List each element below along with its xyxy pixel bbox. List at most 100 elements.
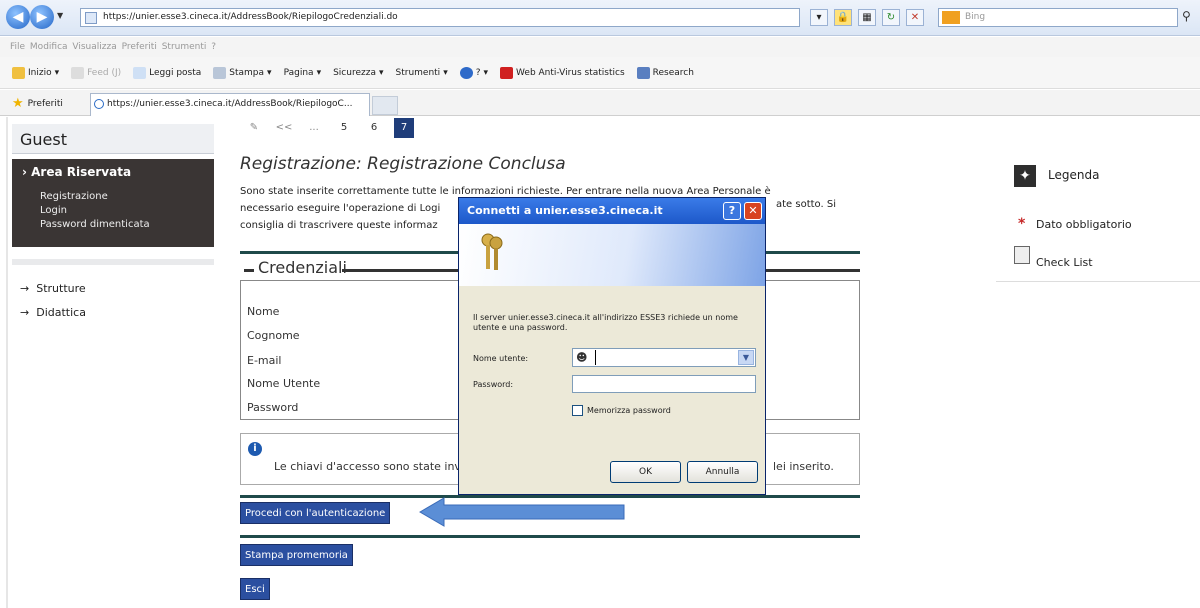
reserved-area-panel: › Area Riservata Registrazione Login Pas… [12, 159, 214, 247]
read-mail-button[interactable]: Leggi posta [133, 66, 201, 79]
print-reminder-button[interactable]: Stampa promemoria [240, 544, 353, 566]
compatibility-icon[interactable]: ▦ [858, 9, 876, 26]
info-icon: i [248, 442, 262, 456]
research-button[interactable]: Research [636, 66, 694, 79]
legend-title: Legenda [1048, 168, 1100, 182]
guest-header: Guest [12, 124, 214, 154]
page-content: Guest › Area Riservata Registrazione Log… [0, 117, 1200, 608]
registration-link[interactable]: Registrazione [40, 191, 108, 202]
home-icon [12, 66, 25, 79]
remember-password-label[interactable]: Memorizza password [587, 406, 671, 415]
clipboard-icon[interactable] [1014, 246, 1030, 264]
exit-button[interactable]: Esci [240, 578, 270, 600]
pager-prev[interactable]: << [274, 118, 294, 138]
wizard-pager: ✎ << ... 5 6 7 [244, 117, 414, 139]
credential-label-cognome: Cognome [247, 329, 300, 342]
pushpin-icon: ✦ [1014, 165, 1036, 187]
section-divider [240, 535, 860, 538]
address-bar: ◀ ▶ ▼ https://unier.esse3.cineca.it/Addr… [0, 0, 1200, 36]
dialog-titlebar[interactable]: Connetti a unier.esse3.cineca.it ? ✕ [459, 198, 765, 224]
dialog-title: Connetti a unier.esse3.cineca.it [467, 204, 663, 217]
bing-logo-icon [942, 11, 960, 24]
username-combobox[interactable]: ☻ ▼ [572, 348, 756, 367]
search-placeholder: Bing [965, 12, 986, 22]
mail-icon [133, 66, 147, 79]
search-icon[interactable]: ⚲ [1182, 9, 1191, 23]
asterisk-icon: * [1018, 216, 1026, 232]
credential-label-username: Nome Utente [247, 377, 321, 390]
intro-tail: ate sotto. Si [776, 199, 836, 210]
annotation-arrow-icon [419, 497, 625, 527]
credential-label-email: E-mail [247, 354, 282, 367]
url-field[interactable]: https://unier.esse3.cineca.it/AddressBoo… [80, 8, 800, 27]
checklist-link[interactable]: Check List [1036, 256, 1093, 269]
favorites-button[interactable]: ★ Preferiti [12, 96, 63, 111]
help-icon [459, 66, 473, 79]
star-icon: ★ [12, 96, 24, 111]
required-field-label: Dato obbligatorio [1036, 218, 1132, 231]
back-button[interactable]: ◀ [6, 5, 30, 29]
antivirus-icon [500, 66, 514, 79]
info-text: Le chiavi d'accesso sono state inv [274, 460, 461, 473]
favorites-bar: ★ Preferiti https://unier.esse3.cineca.it… [0, 90, 1200, 116]
dialog-banner [459, 224, 765, 286]
login-dialog: Connetti a unier.esse3.cineca.it ? ✕ Il … [458, 197, 766, 495]
username-label: Nome utente: [473, 354, 529, 363]
user-icon: ☻ [576, 351, 588, 364]
forgot-password-link[interactable]: Password dimenticata [40, 219, 150, 230]
remember-password-checkbox[interactable] [572, 405, 583, 416]
page-menu[interactable]: Pagina ▾ [284, 68, 322, 78]
fieldset-line [244, 269, 254, 272]
pager-current: 7 [394, 118, 414, 138]
url-bar-icons: ▾ 🔒 ▦ ↻ ✕ [810, 9, 924, 27]
password-label: Password: [473, 380, 514, 389]
cancel-button[interactable]: Annulla [687, 461, 758, 483]
refresh-icon[interactable]: ↻ [882, 9, 900, 26]
pager-page[interactable]: 5 [334, 118, 354, 138]
history-dropdown-icon[interactable]: ▼ [57, 11, 63, 20]
antivirus-button[interactable]: Web Anti-Virus statistics [500, 66, 625, 79]
help-icon[interactable]: ? [723, 202, 741, 220]
frame-border [6, 117, 8, 608]
login-link[interactable]: Login [40, 205, 67, 216]
username-input[interactable] [595, 350, 735, 365]
new-tab-button[interactable] [372, 96, 398, 115]
menu-bar[interactable]: File Modifica Visualizza Preferiti Strum… [0, 37, 1200, 57]
forward-button[interactable]: ▶ [30, 5, 54, 29]
guest-label: Guest [20, 130, 67, 149]
command-bar: Inizio ▾ Feed (J) Leggi posta Stampa ▾ P… [0, 57, 1200, 89]
sidebar-item-strutture[interactable]: → Strutture [20, 282, 86, 295]
dialog-message: Il server unier.esse3.cineca.it all'indi… [473, 313, 738, 332]
sidebar-item-didattica[interactable]: → Didattica [20, 306, 86, 319]
chevron-down-icon[interactable]: ▼ [738, 350, 754, 365]
feeds-button[interactable]: Feed (J) [71, 66, 121, 79]
lock-icon[interactable]: 🔒 [834, 9, 852, 26]
security-menu[interactable]: Sicurezza ▾ [333, 68, 383, 78]
loading-icon [94, 99, 104, 109]
printer-icon [213, 66, 227, 79]
pager-ellipsis: ... [309, 122, 319, 133]
browser-tab[interactable]: https://unier.esse3.cineca.it/AddressBoo… [90, 93, 370, 116]
legend-panel: ✦ Legenda * Dato obbligatorio Check List [996, 154, 1200, 282]
page-title: Registrazione: Registrazione Conclusa [240, 154, 566, 174]
sidebar-divider [12, 259, 214, 265]
reserved-area-title[interactable]: › Area Riservata [22, 165, 131, 179]
page-icon [85, 12, 97, 24]
search-input[interactable]: Bing [938, 8, 1178, 27]
close-icon[interactable]: ✕ [744, 202, 762, 220]
print-button[interactable]: Stampa ▾ [213, 66, 272, 79]
dropdown-icon[interactable]: ▾ [810, 9, 828, 26]
keys-icon [481, 233, 503, 270]
help-menu[interactable]: ? ▾ [459, 66, 488, 79]
authenticate-button[interactable]: Procedi con l'autenticazione [240, 502, 391, 524]
ok-button[interactable]: OK [610, 461, 681, 483]
info-text-tail: lei inserito. [773, 460, 834, 473]
feed-icon [71, 66, 85, 79]
credential-label-nome: Nome [247, 305, 280, 318]
credentials-title: Credenziali [254, 258, 351, 277]
home-button[interactable]: Inizio ▾ [12, 66, 59, 79]
tools-menu[interactable]: Strumenti ▾ [396, 68, 448, 78]
password-input[interactable] [572, 375, 756, 393]
pager-page[interactable]: 6 [364, 118, 384, 138]
stop-icon[interactable]: ✕ [906, 9, 924, 26]
